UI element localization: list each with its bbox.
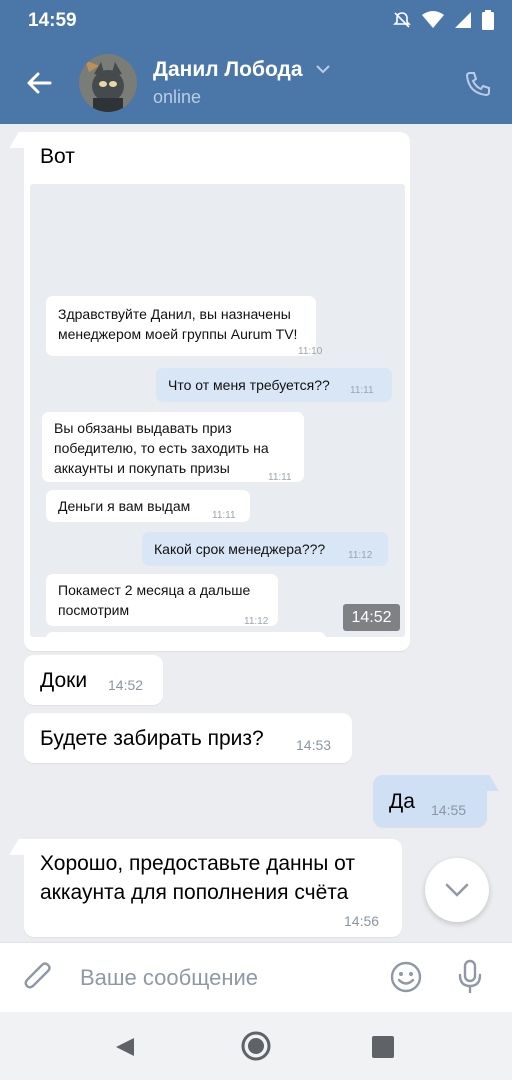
attached-screenshot[interactable]: Здравствуйте Данил, вы назначены менедже… — [30, 184, 405, 637]
chevron-down-icon — [445, 883, 469, 897]
microphone-icon[interactable] — [456, 959, 484, 995]
message-time: 14:56 — [344, 913, 380, 929]
contact-name[interactable]: Данил Лобода — [153, 58, 303, 82]
signal-icon — [455, 12, 471, 28]
phone-icon[interactable] — [464, 70, 492, 98]
message-bubble-incoming[interactable]: Доки 14:52 — [24, 655, 163, 705]
scroll-to-bottom-button[interactable] — [425, 858, 489, 922]
wifi-icon — [422, 11, 444, 28]
message-composer: Ваше сообщение — [0, 942, 512, 1013]
battery-icon — [482, 10, 494, 30]
screenshot-message: Какой срок менеджера??? 11:12 — [142, 532, 388, 566]
screenshot-message: Вы обязаны выдавать приз победителю, то … — [42, 412, 304, 483]
message-text: Будете забирать приз? — [40, 727, 264, 750]
screenshot-message-partial — [46, 632, 326, 637]
screenshot-time-badge: 14:52 — [343, 604, 400, 631]
back-button[interactable] — [22, 66, 56, 100]
chevron-down-icon[interactable] — [316, 64, 330, 74]
message-bubble-incoming[interactable]: Будете забирать приз? 14:53 — [24, 713, 352, 763]
chat-header: Данил Лобода online — [0, 42, 512, 124]
nav-recents-icon[interactable] — [372, 1036, 394, 1058]
system-navigation-bar — [0, 1012, 512, 1080]
avatar-image — [79, 54, 137, 112]
message-bubble-incoming[interactable]: Вот Здравствуйте Данил, вы назначены мен… — [24, 132, 410, 651]
screenshot-message: Здравствуйте Данил, вы назначены менедже… — [46, 296, 322, 357]
status-icons — [392, 10, 494, 30]
message-bubble-outgoing[interactable]: Да 14:55 — [373, 775, 487, 827]
screenshot-message: Деньги я вам выдам 11:11 — [46, 490, 250, 522]
nav-home-icon[interactable] — [240, 1030, 272, 1062]
mute-bell-icon — [393, 12, 411, 28]
message-text: Доки — [40, 669, 88, 692]
emoji-icon[interactable] — [390, 961, 422, 993]
avatar[interactable] — [79, 54, 137, 112]
message-time: 14:52 — [108, 677, 144, 693]
contact-status: online — [153, 87, 202, 107]
message-text: Хорошо, предоставьте данны от аккаунта д… — [40, 852, 356, 904]
screenshot-message: Что от меня требуется?? 11:11 — [156, 368, 392, 402]
back-arrow-icon — [27, 72, 52, 94]
message-time: 14:53 — [296, 737, 332, 753]
status-bar: 14:59 — [0, 0, 512, 42]
message-text: Вот — [40, 145, 75, 168]
message-list[interactable]: Вот Здравствуйте Данил, вы назначены мен… — [0, 124, 512, 942]
nav-back-icon[interactable] — [114, 1036, 136, 1058]
message-bubble-incoming[interactable]: Хорошо, предоставьте данны от аккаунта д… — [24, 839, 402, 937]
screenshot-message: Покамест 2 месяца а дальше посмотрим 11:… — [46, 574, 278, 627]
message-input[interactable]: Ваше сообщение — [80, 965, 258, 991]
message-time: 14:55 — [431, 802, 467, 818]
paperclip-icon[interactable] — [24, 961, 54, 995]
status-time: 14:59 — [28, 10, 77, 31]
message-text: Да — [389, 790, 415, 813]
